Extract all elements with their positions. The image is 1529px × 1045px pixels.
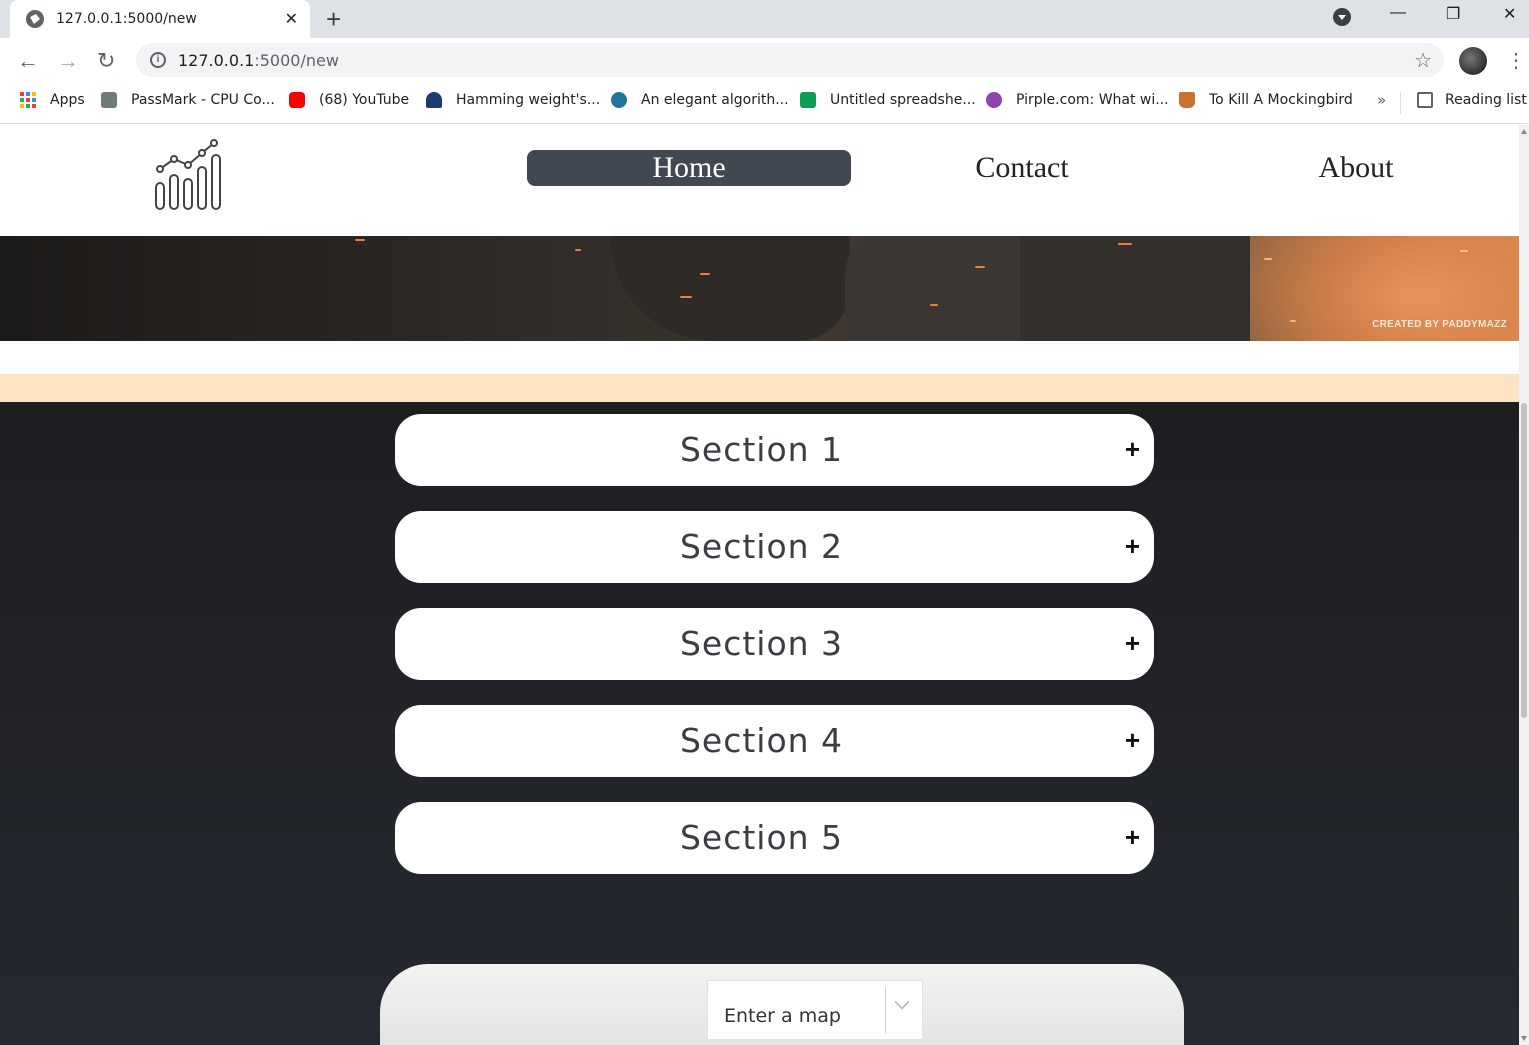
- page-scrollbar[interactable]: [1519, 125, 1529, 1045]
- nav-about[interactable]: About: [1194, 150, 1518, 186]
- banner-figure-right: [1020, 236, 1250, 341]
- bookmark-label: Pirple.com: What wi...: [1016, 92, 1169, 108]
- scroll-up-icon[interactable]: [1521, 129, 1527, 134]
- reading-list[interactable]: Reading list: [1417, 92, 1527, 108]
- chevron-down-icon[interactable]: [894, 994, 910, 1010]
- bookmark-wordpress[interactable]: An elegant algorith...: [611, 92, 789, 108]
- bookmark-label: PassMark - CPU Co...: [131, 92, 275, 108]
- address-bar[interactable]: i 127.0.0.1:5000/new ☆: [136, 43, 1444, 77]
- profile-avatar[interactable]: [1459, 47, 1487, 75]
- browser-tab[interactable]: 127.0.0.1:5000/new ✕: [10, 0, 310, 38]
- expand-plus-icon[interactable]: +: [1125, 822, 1140, 852]
- globe-icon: [26, 10, 44, 28]
- site-info-icon[interactable]: i: [150, 52, 166, 68]
- restore-icon[interactable]: ❐: [1446, 4, 1460, 24]
- bookmark-hamming[interactable]: Hamming weight's...: [426, 92, 600, 108]
- hero-banner-image: CREATED BY PADDYMAZZ: [0, 236, 1519, 341]
- section-title: Section 5: [679, 818, 844, 857]
- minimize-icon[interactable]: —: [1390, 4, 1406, 22]
- section-title: Section 4: [679, 721, 844, 760]
- accordion-section-2[interactable]: Section 2 +: [395, 511, 1154, 583]
- reload-icon[interactable]: ↻: [97, 48, 115, 74]
- nav-contact[interactable]: Contact: [860, 150, 1184, 186]
- bookmark-spreadsheet[interactable]: Untitled spreadshe...: [800, 92, 976, 108]
- expand-plus-icon[interactable]: +: [1125, 531, 1140, 561]
- bookmark-mockingbird[interactable]: To Kill A Mockingbird: [1179, 92, 1353, 108]
- spacer: [0, 341, 1519, 374]
- new-tab-icon[interactable]: +: [326, 4, 341, 35]
- accordion-section-1[interactable]: Section 1 +: [395, 414, 1154, 486]
- sections-panel: Section 1 + Section 2 + Section 3 + Sect…: [0, 402, 1519, 1045]
- spark: [575, 249, 581, 251]
- bookmark-star-icon[interactable]: ☆: [1414, 48, 1432, 73]
- scrollbar-thumb[interactable]: [1521, 403, 1527, 718]
- map-select-value: Enter a map: [724, 1005, 841, 1027]
- spark: [1460, 250, 1468, 252]
- url-text[interactable]: 127.0.0.1:5000/new: [178, 51, 339, 70]
- browser-tab-bar: 127.0.0.1:5000/new ✕ + — ❐ ✕: [0, 0, 1529, 38]
- spark: [1118, 243, 1132, 245]
- site-navbar: Home Contact About: [0, 125, 1519, 236]
- expand-plus-icon[interactable]: +: [1125, 725, 1140, 755]
- mockingbird-icon: [1179, 92, 1195, 108]
- stackexchange-icon: [426, 92, 442, 108]
- forward-icon[interactable]: →: [57, 48, 79, 74]
- bookmark-label: Apps: [50, 92, 85, 108]
- tab-title: 127.0.0.1:5000/new: [56, 11, 197, 27]
- bookmark-label: An elegant algorith...: [641, 92, 789, 108]
- close-window-icon[interactable]: ✕: [1503, 4, 1516, 24]
- bookmark-apps[interactable]: Apps: [20, 92, 85, 108]
- peach-strip: [0, 374, 1519, 402]
- spark: [975, 266, 985, 268]
- accordion-section-4[interactable]: Section 4 +: [395, 705, 1154, 777]
- accordion-section-3[interactable]: Section 3 +: [395, 608, 1154, 680]
- bookmark-label: Hamming weight's...: [456, 92, 601, 108]
- chart-logo-icon[interactable]: [152, 139, 224, 213]
- more-bookmarks-icon[interactable]: »: [1377, 91, 1386, 109]
- select-divider: [885, 987, 886, 1033]
- spark: [930, 304, 938, 306]
- section-title: Section 1: [679, 430, 844, 469]
- scroll-down-icon[interactable]: [1521, 1036, 1527, 1041]
- section-title: Section 3: [679, 624, 844, 663]
- expand-plus-icon[interactable]: +: [1125, 628, 1140, 658]
- bookmark-label: Untitled spreadshe...: [830, 92, 976, 108]
- spark: [355, 239, 365, 241]
- spark: [1264, 258, 1272, 260]
- url-path: :5000/new: [254, 50, 339, 70]
- wordpress-icon: [611, 92, 627, 108]
- spark: [680, 296, 692, 298]
- bookmark-label: To Kill A Mockingbird: [1209, 92, 1353, 108]
- bookmark-label: (68) YouTube: [319, 92, 410, 108]
- bookmarks-divider: [1400, 92, 1401, 114]
- pirple-icon: [986, 92, 1002, 108]
- expand-plus-icon[interactable]: +: [1125, 434, 1140, 464]
- reading-list-label: Reading list: [1445, 92, 1527, 108]
- sheets-icon: [800, 92, 816, 108]
- map-select[interactable]: Enter a map: [707, 980, 923, 1040]
- passmark-icon: [101, 92, 117, 108]
- tab-search-icon[interactable]: [1333, 8, 1351, 26]
- spark: [700, 273, 710, 275]
- apps-grid-icon: [20, 92, 36, 108]
- url-host: 127.0.0.1: [178, 50, 255, 70]
- banner-figure-left: [610, 236, 850, 341]
- nav-home[interactable]: Home: [527, 150, 851, 186]
- reading-list-icon: [1417, 92, 1433, 108]
- map-panel: Enter a map: [380, 964, 1184, 1045]
- page-viewport: Home Contact About CREATED BY PADDYMAZZ …: [0, 125, 1519, 1045]
- bookmarks-bar: Apps PassMark - CPU Co... (68) YouTube H…: [0, 84, 1529, 124]
- youtube-icon: [289, 92, 305, 108]
- back-icon[interactable]: ←: [17, 48, 39, 74]
- section-title: Section 2: [679, 527, 844, 566]
- bookmark-pirple[interactable]: Pirple.com: What wi...: [986, 92, 1169, 108]
- menu-kebab-icon[interactable]: ⋮: [1506, 48, 1526, 73]
- spark: [1290, 320, 1296, 322]
- bookmark-youtube[interactable]: (68) YouTube: [289, 92, 409, 108]
- accordion-section-5[interactable]: Section 5 +: [395, 802, 1154, 874]
- bookmark-passmark[interactable]: PassMark - CPU Co...: [101, 92, 275, 108]
- close-tab-icon[interactable]: ✕: [285, 9, 298, 29]
- browser-toolbar: ← → ↻ i 127.0.0.1:5000/new ☆ ⋮: [0, 38, 1529, 84]
- banner-credit: CREATED BY PADDYMAZZ: [1372, 319, 1507, 330]
